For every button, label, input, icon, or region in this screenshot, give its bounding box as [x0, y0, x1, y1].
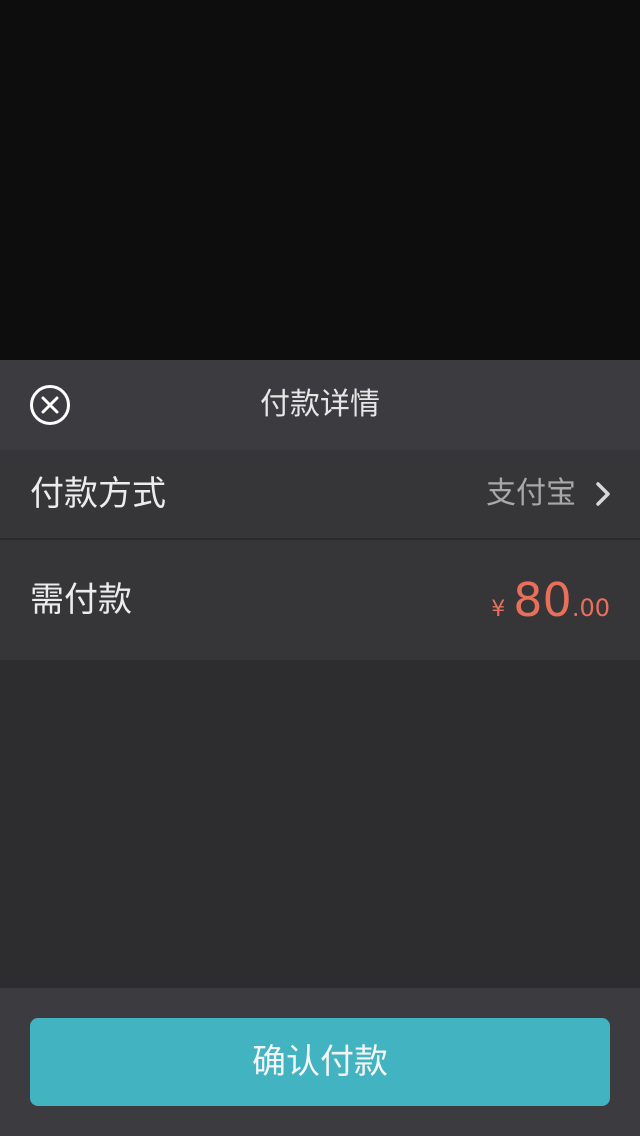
confirm-payment-button[interactable]: 确认付款 [30, 1018, 610, 1106]
dimmed-backdrop[interactable] [0, 0, 640, 360]
amount-integer: 80 [513, 573, 572, 627]
sheet-header: 付款详情 [0, 360, 640, 450]
payment-method-value: 支付宝 [486, 476, 576, 511]
amount-due-row: 需付款 ¥80.00 [0, 540, 640, 660]
payment-method-row[interactable]: 付款方式 支付宝 [0, 450, 640, 540]
sheet-footer: 确认付款 [0, 988, 640, 1136]
chevron-right-icon [596, 482, 610, 506]
amount-due-value: ¥80.00 [491, 540, 610, 660]
amount-due-label: 需付款 [30, 580, 132, 620]
payment-method-label: 付款方式 [30, 474, 166, 514]
amount-decimal: .00 [571, 594, 610, 622]
currency-symbol: ¥ [491, 597, 506, 622]
sheet-title: 付款详情 [260, 387, 380, 422]
